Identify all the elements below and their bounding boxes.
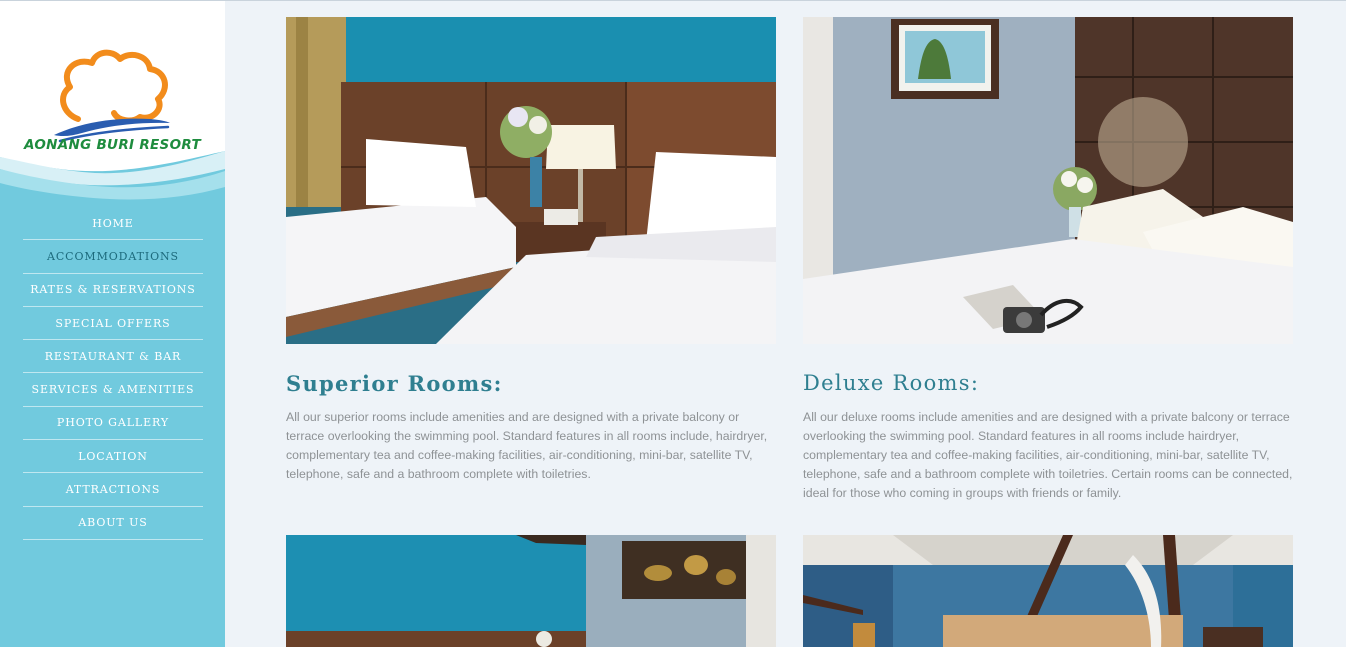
deluxe-rooms-title: Deluxe Rooms: xyxy=(803,371,980,395)
room-photo-4[interactable] xyxy=(803,535,1293,647)
nav-item-attractions[interactable]: ATTRACTIONS xyxy=(23,473,203,507)
superior-rooms-title: Superior Rooms: xyxy=(286,371,503,396)
room-photo-3[interactable] xyxy=(286,535,776,647)
nav-item-restaurant-bar[interactable]: RESTAURANT & BAR xyxy=(23,340,203,374)
logo-graphic xyxy=(0,1,225,216)
deluxe-room-photo[interactable] xyxy=(803,17,1293,344)
superior-rooms-description: All our superior rooms include amenities… xyxy=(286,410,768,481)
sidebar: AONANG BURI RESORT HOME ACCOMMODATIONS R… xyxy=(0,1,225,647)
deluxe-rooms-description: All our deluxe rooms include amenities a… xyxy=(803,410,1293,500)
logo-text: AONANG BURI RESORT xyxy=(24,137,201,153)
nav-item-location[interactable]: LOCATION xyxy=(23,440,203,474)
logo[interactable]: AONANG BURI RESORT xyxy=(0,1,225,216)
main-nav: HOME ACCOMMODATIONS RATES & RESERVATIONS… xyxy=(23,207,203,540)
nav-item-special-offers[interactable]: SPECIAL OFFERS xyxy=(23,307,203,341)
nav-item-rates-reservations[interactable]: RATES & RESERVATIONS xyxy=(23,274,203,307)
superior-room-photo[interactable] xyxy=(286,17,776,344)
nav-item-home[interactable]: HOME xyxy=(23,207,203,241)
nav-item-accommodations[interactable]: ACCOMMODATIONS xyxy=(23,240,203,274)
nav-item-about-us[interactable]: ABOUT US xyxy=(23,507,203,540)
nav-item-services-amenities[interactable]: SERVICES & AMENITIES xyxy=(23,373,203,407)
nav-item-photo-gallery[interactable]: PHOTO GALLERY xyxy=(23,407,203,441)
